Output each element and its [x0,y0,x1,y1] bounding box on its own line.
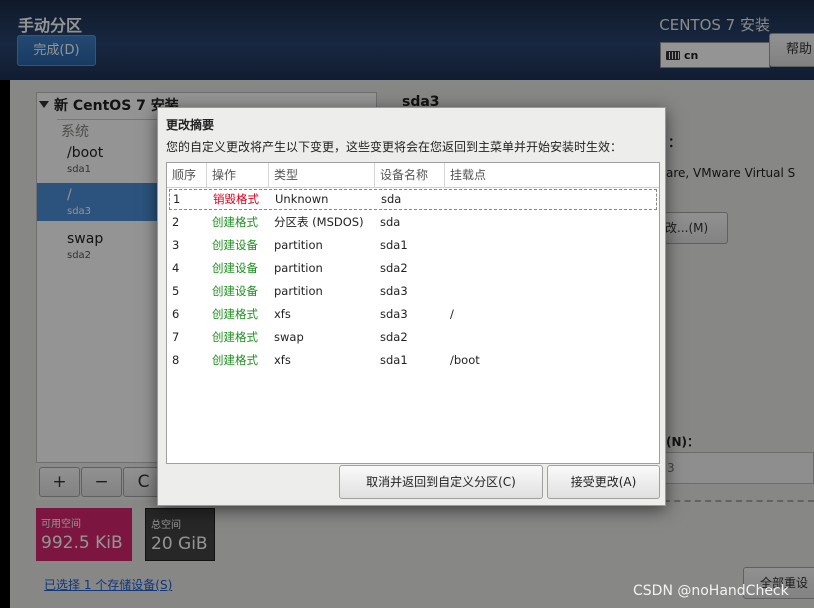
cell-order: 7 [172,330,180,344]
help-button[interactable]: 帮助 [769,33,814,67]
name-field-label: (N)： [666,435,700,449]
cell-type: Unknown [275,192,329,206]
cell-type: xfs [274,353,291,367]
remove-mount-button[interactable]: − [81,467,122,497]
cell-order: 3 [172,238,180,252]
cell-device: sda3 [380,307,408,321]
available-space-badge: 可用空间 992.5 KiB [36,508,132,561]
mount-device: sda2 [67,250,92,261]
keyboard-layout-indicator[interactable]: cn [660,42,770,68]
cell-order: 5 [172,284,180,298]
table-body: 1 销毁格式 Unknown sda 2 创建格式 分区表 (MSDOS) sda 3 创建设备 p… [167,188,659,372]
table-row[interactable]: 2 创建格式 分区表 (MSDOS) sda [167,211,659,234]
table-row[interactable]: 8 创建格式 xfs sda1/boot [167,349,659,372]
cell-device: sda3 [380,284,408,298]
cell-device: sda2 [380,330,408,344]
available-space-label: 可用空间 [41,519,81,530]
total-space-label: 总空间 [151,520,181,531]
cell-order: 2 [172,215,180,229]
keyboard-layout-value: cn [684,48,699,62]
table-row[interactable]: 3 创建设备 partition sda1 [167,234,659,257]
cell-device: sda [381,192,402,206]
cell-type: xfs [274,307,291,321]
available-space-value: 992.5 KiB [41,533,123,553]
cell-action: 创建格式 [212,330,258,344]
mount-device: sda1 [67,164,92,175]
table-row[interactable]: 4 创建设备 partition sda2 [167,257,659,280]
expander-arrow-icon [39,101,49,108]
group-label-system: 系统 [61,124,89,140]
cell-mount: / [450,307,454,321]
column-header-order[interactable]: 顺序 [167,163,207,188]
cell-action: 创建设备 [212,261,258,275]
changes-table: 顺序 操作 类型 设备名称 挂载点 1 销毁格式 Unknown sda 2 创建格式 分区… [166,162,660,464]
total-space-value: 20 GiB [151,534,208,554]
cell-action: 创建格式 [212,215,258,229]
table-row[interactable]: 5 创建设备 partition sda3 [167,280,659,303]
done-button[interactable]: 完成(D) [17,35,96,66]
cell-order: 8 [172,353,180,367]
cell-type: swap [274,330,304,344]
mount-name: / [67,187,72,203]
top-bar: 手动分区 完成(D) CENTOS 7 安装 cn 帮助 [0,0,814,80]
cell-action: 销毁格式 [213,192,259,206]
table-row[interactable]: 7 创建格式 swap sda2 [167,326,659,349]
name-field[interactable]: 3 [664,452,814,484]
cell-mount [445,234,659,257]
mount-name: /boot [67,145,104,161]
total-space-badge: 总空间 20 GiB [145,508,215,561]
cell-mount [445,326,659,349]
changes-summary-dialog: 更改摘要 您的自定义更改将产生以下变更，这些变更将会在您返回到主菜单并开始安装时… [157,107,666,506]
column-header-mount[interactable]: 挂载点 [445,163,659,188]
table-row[interactable]: 6 创建格式 xfs sda3 / [167,303,659,326]
cell-mount: /boot [450,353,480,367]
modify-button[interactable]: 改...(M) [664,212,728,244]
storage-devices-link[interactable]: 已选择 1 个存储设备(S) [44,576,172,593]
cell-device: sda2 [380,261,408,275]
cell-action: 创建设备 [212,238,258,252]
cell-action: 创建格式 [212,353,258,367]
keyboard-icon [666,50,680,60]
cell-order: 1 [173,192,181,206]
dialog-message: 您的自定义更改将产生以下变更，这些变更将会在您返回到主菜单并开始安装时生效： [166,140,623,154]
table-row[interactable]: 1 销毁格式 Unknown sda [168,188,658,211]
cell-mount [445,257,659,280]
cell-order: 4 [172,261,180,275]
cell-action: 创建设备 [212,284,258,298]
cell-action: 创建格式 [212,307,258,321]
device-model-text: are, VMware Virtual S [666,166,796,180]
add-mount-button[interactable]: + [39,467,80,497]
mount-name: swap [67,231,104,247]
device-section-label: ： [668,136,682,151]
dashed-divider [664,500,814,502]
cell-type: partition [274,238,323,252]
cell-type: 分区表 (MSDOS) [274,215,364,229]
cell-type: partition [274,284,323,298]
cell-device: sda [380,215,401,229]
cell-order: 6 [172,307,180,321]
accept-changes-button[interactable]: 接受更改(A) [547,465,660,499]
watermark: CSDN @noHandCheck [633,583,789,599]
table-header: 顺序 操作 类型 设备名称 挂载点 [167,163,659,188]
cell-device: sda1 [380,353,408,367]
page-title: 手动分区 [18,16,83,35]
column-header-action[interactable]: 操作 [207,163,269,188]
cell-type: partition [274,261,323,275]
column-header-device[interactable]: 设备名称 [375,163,445,188]
cell-mount [445,280,659,303]
cell-mount [446,188,659,211]
product-title: CENTOS 7 安装 [659,16,770,34]
mount-device: sda3 [67,206,92,217]
cell-device: sda1 [380,238,408,252]
column-header-type[interactable]: 类型 [269,163,375,188]
cell-mount [445,211,659,234]
cancel-return-button[interactable]: 取消并返回到自定义分区(C) [339,465,543,499]
dialog-title: 更改摘要 [166,118,215,132]
